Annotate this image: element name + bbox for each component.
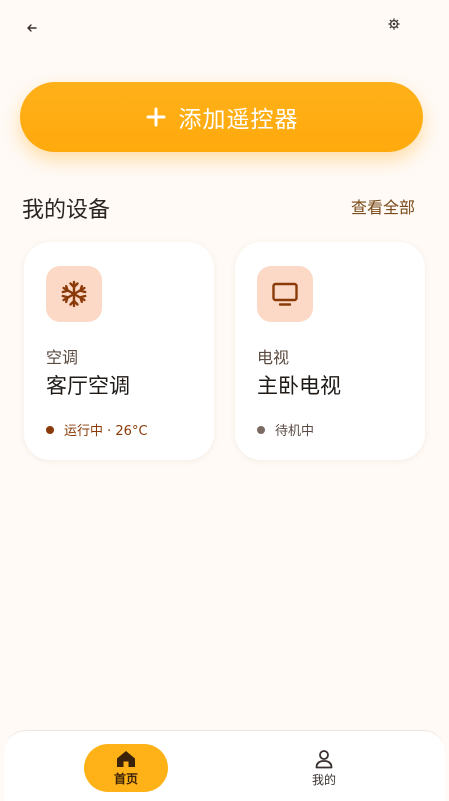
bottom-nav: 首页 我的 xyxy=(4,730,445,801)
nav-mine-tab[interactable]: 我的 xyxy=(304,744,344,792)
gear-icon xyxy=(388,18,400,30)
home-icon xyxy=(117,750,135,767)
device-type: 电视 xyxy=(257,348,290,367)
tv-icon xyxy=(272,282,298,306)
nav-mine-label: 我的 xyxy=(311,772,336,787)
user-icon xyxy=(315,749,333,768)
status-dot xyxy=(257,425,265,434)
device-card-ac[interactable]: 空调 客厅空调 运行中 · 26°C xyxy=(24,242,214,460)
nav-home-label: 首页 xyxy=(113,771,138,786)
plus-icon xyxy=(145,106,167,128)
device-icon-box xyxy=(46,266,102,322)
view-all-link[interactable]: 查看全部 xyxy=(351,194,415,218)
device-name: 主卧电视 xyxy=(257,374,341,398)
device-card-tv[interactable]: 电视 主卧电视 待机中 xyxy=(235,242,425,460)
device-status: 运行中 · 26°C xyxy=(46,420,148,439)
snowflake-icon xyxy=(61,280,87,308)
device-type: 空调 xyxy=(46,348,79,367)
back-button[interactable] xyxy=(20,16,44,40)
add-remote-button[interactable]: 添加遥控器 xyxy=(20,82,423,152)
device-name: 客厅空调 xyxy=(46,374,130,398)
status-dot xyxy=(46,425,54,434)
device-status-text: 待机中 xyxy=(275,424,315,439)
device-icon-box xyxy=(257,266,313,322)
arrow-left-icon xyxy=(27,24,37,32)
device-status-text: 运行中 · 26°C xyxy=(64,424,148,439)
settings-button[interactable] xyxy=(382,12,406,36)
add-remote-label: 添加遥控器 xyxy=(178,107,299,133)
top-bar xyxy=(0,0,449,56)
device-status: 待机中 xyxy=(257,420,314,439)
nav-home-tab[interactable]: 首页 xyxy=(84,744,168,792)
section-title: 我的设备 xyxy=(22,198,111,223)
